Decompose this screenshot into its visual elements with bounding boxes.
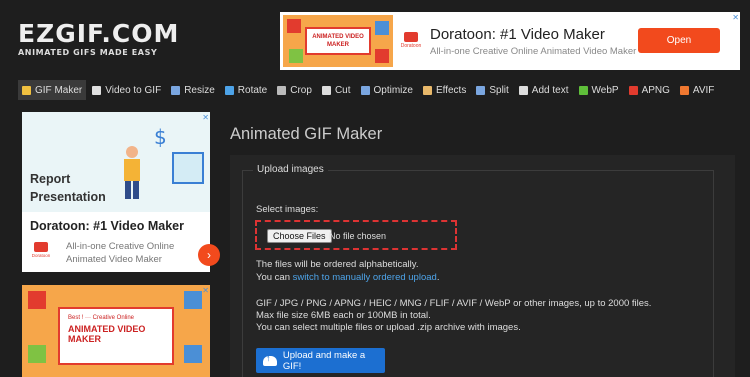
switch-note: You can switch to manually ordered uploa… <box>256 272 439 283</box>
site-logo[interactable]: EZGIF.COM ANIMATED GIFS MADE EASY <box>18 19 180 57</box>
switch-prefix: You can <box>256 272 293 283</box>
ad-close-icon[interactable]: ✕ <box>202 113 209 122</box>
banner-ad-description: All-in-one Creative Online Animated Vide… <box>430 46 637 57</box>
webp-icon <box>578 85 588 95</box>
switch-manual-order-link[interactable]: switch to manually ordered upload <box>293 272 437 283</box>
side-ad-go-button[interactable]: › <box>198 244 220 266</box>
nav-item-label: GIF Maker <box>35 84 83 96</box>
upload-button[interactable]: Upload and make a GIF! <box>256 348 385 373</box>
nav-item-optimize[interactable]: Optimize <box>357 80 417 100</box>
apng-icon <box>628 85 638 95</box>
effects-icon <box>422 85 432 95</box>
doratoon-logo-text: Doratoon <box>400 43 422 49</box>
nav-item-crop[interactable]: Crop <box>273 80 316 100</box>
file-status: No file chosen <box>329 231 387 241</box>
max-size-note: Max file size 6MB each or 100MB in total… <box>256 310 431 321</box>
upload-button-label: Upload and make a GIF! <box>282 349 366 372</box>
optimize-icon <box>360 85 370 95</box>
nav-item-label: WebP <box>591 84 619 96</box>
nav-item-gif-maker[interactable]: GIF Maker <box>18 80 87 100</box>
side-ad-description: All-in-one Creative Online Animated Vide… <box>66 241 175 265</box>
doratoon-logo-icon <box>34 242 48 252</box>
side-ad-headline: Report Presentation <box>30 170 106 206</box>
cut-icon <box>321 85 331 95</box>
svg-text:$: $ <box>154 125 167 149</box>
nav-item-label: APNG <box>641 84 670 96</box>
side-ad-animated-video[interactable]: Best ! ··· Creative Online ANIMATED VIDE… <box>22 285 210 377</box>
ad-close-icon[interactable]: ✕ <box>202 286 209 295</box>
file-input-highlight: Choose Files No file chosen <box>255 220 457 250</box>
banner-art-caption: ANIMATED VIDEO MAKER <box>305 27 371 55</box>
nav-item-avif[interactable]: AVIF <box>676 80 718 100</box>
doratoon-logo-icon <box>404 32 418 42</box>
banner-ad-title[interactable]: Doratoon: #1 Video Maker <box>430 26 605 43</box>
split-icon <box>476 85 486 95</box>
nav-item-apng[interactable]: APNG <box>625 80 674 100</box>
upload-panel: Upload images Select images: Choose File… <box>230 155 735 377</box>
banner-open-button[interactable]: Open <box>638 28 720 53</box>
avif-icon <box>679 85 689 95</box>
logo-text: EZGIF.COM <box>18 19 180 48</box>
resize-icon <box>171 85 181 95</box>
switch-suffix: . <box>436 272 440 283</box>
nav-item-rotate[interactable]: Rotate <box>221 80 271 100</box>
nav-item-label: Rotate <box>237 84 268 96</box>
ad-close-icon[interactable]: ✕ <box>732 13 739 22</box>
nav-item-label: Crop <box>290 84 312 96</box>
dollar-icon: $ <box>154 125 167 149</box>
nav-item-resize[interactable]: Resize <box>167 80 219 100</box>
side-ad-headline-line1: Report <box>30 172 71 186</box>
nav-item-label: AVIF <box>692 84 715 96</box>
chart-screen-illustration <box>172 152 204 184</box>
nav-item-effects[interactable]: Effects <box>419 80 470 100</box>
video-icon <box>92 85 102 95</box>
nav-item-label: Add text <box>531 84 569 96</box>
nav-item-cut[interactable]: Cut <box>318 80 355 100</box>
upload-cloud-icon <box>263 353 277 366</box>
nav-item-label: Optimize <box>373 84 413 96</box>
banner-ad-illustration: ANIMATED VIDEO MAKER <box>283 15 393 67</box>
upload-fieldset: Upload images Select images: Choose File… <box>242 164 714 377</box>
nav-item-add-text[interactable]: Add text <box>515 80 573 100</box>
person-illustration <box>124 146 140 199</box>
formats-note: GIF / JPG / PNG / APNG / HEIC / MNG / FL… <box>256 298 652 309</box>
select-images-label: Select images: <box>256 204 319 215</box>
side-ad-card-line1: Best ! ··· Creative Online <box>68 315 135 321</box>
upload-legend: Upload images <box>253 164 328 175</box>
banner-ad[interactable]: ANIMATED VIDEO MAKER Doratoon Doratoon: … <box>280 12 740 70</box>
gif-maker-icon <box>22 85 31 95</box>
logo-tagline: ANIMATED GIFS MADE EASY <box>18 48 158 57</box>
nav-item-video-to-gif[interactable]: Video to GIF <box>88 80 165 100</box>
order-note: The files will be ordered alphabetically… <box>256 259 419 270</box>
nav-item-label: Effects <box>435 84 467 96</box>
choose-files-button[interactable]: Choose Files <box>267 229 332 243</box>
side-ad-card-line2: ANIMATED VIDEO MAKER <box>68 324 146 344</box>
side-ad-card: Best ! ··· Creative Online ANIMATED VIDE… <box>58 307 174 365</box>
nav-item-label: Resize <box>184 84 215 96</box>
doratoon-logo: Doratoon <box>396 32 426 50</box>
side-ad-logo: Doratoon <box>30 242 52 258</box>
rotate-icon <box>224 85 234 95</box>
nav-item-label: Video to GIF <box>105 84 162 96</box>
nav-item-webp[interactable]: WebP <box>575 80 623 100</box>
nav-item-label: Cut <box>334 84 351 96</box>
side-ad-doratoon[interactable]: $ Report Presentation Doratoon: #1 Video… <box>22 112 220 272</box>
side-ad-headline-line2: Presentation <box>30 190 106 204</box>
side-ad-brand: Doratoon <box>31 253 51 258</box>
add-text-icon <box>518 85 528 95</box>
tool-nav: GIF Maker Video to GIF Resize Rotate Crop Cut… <box>18 80 720 100</box>
nav-item-split[interactable]: Split <box>472 80 512 100</box>
nav-item-label: Split <box>489 84 509 96</box>
page-title: Animated GIF Maker <box>230 125 383 143</box>
side-ad-title[interactable]: Doratoon: #1 Video Maker <box>30 219 184 233</box>
multi-select-note: You can select multiple files or upload … <box>256 322 521 333</box>
crop-icon <box>277 85 287 95</box>
